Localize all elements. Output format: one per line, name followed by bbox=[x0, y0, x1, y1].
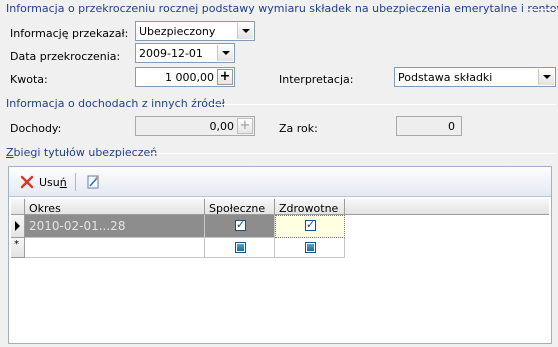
edit-button[interactable] bbox=[81, 171, 105, 193]
data-przekroczenia-value: 2009-12-01 bbox=[139, 47, 203, 60]
row-indicator-new[interactable]: * bbox=[11, 238, 25, 258]
new-row-zdrowotne-cell[interactable] bbox=[275, 238, 345, 258]
calendar-dropdown-icon[interactable] bbox=[217, 45, 233, 61]
spoleczne-checkbox-new[interactable] bbox=[235, 242, 246, 253]
section-divider bbox=[149, 153, 556, 154]
new-row-okres-cell[interactable] bbox=[25, 238, 205, 258]
za-rok-field: 0 bbox=[396, 116, 462, 136]
table-row-okres-cell[interactable]: 2010-02-01...28 bbox=[25, 215, 205, 238]
interpretacja-combo[interactable]: Podstawa składki bbox=[394, 67, 556, 87]
column-header-zdrowotne[interactable]: Zdrowotne bbox=[275, 199, 345, 215]
section-title-zbiegi: Zbiegi tytułów ubezpieczeń bbox=[6, 146, 157, 159]
zbiegi-panel: Usuń Okres Społeczne Zdrowotne 2010-02-0… bbox=[8, 166, 552, 344]
toolbar-separator bbox=[75, 173, 76, 191]
dochody-value: 0,00 bbox=[209, 120, 235, 133]
za-rok-value: 0 bbox=[448, 120, 455, 133]
section-title-dochody: Informacja o dochodach z innych źródeł bbox=[6, 97, 225, 110]
new-row-spoleczne-cell[interactable] bbox=[205, 238, 275, 258]
okres-value: 2010-02-01...28 bbox=[29, 219, 126, 233]
kwota-label: Kwota: bbox=[10, 73, 48, 86]
data-przekroczenia-field[interactable]: 2009-12-01 bbox=[135, 43, 235, 63]
column-header-okres[interactable]: Okres bbox=[25, 199, 205, 215]
dochody-label: Dochody: bbox=[10, 122, 62, 135]
za-rok-label: Za rok: bbox=[279, 122, 318, 135]
interpretacja-value: Podstawa składki bbox=[398, 71, 493, 84]
new-row-asterisk-icon: * bbox=[14, 239, 19, 250]
plus-icon: + bbox=[237, 118, 253, 134]
grid-toolbar: Usuń bbox=[9, 167, 551, 197]
informacja-combo[interactable]: Ubezpieczony bbox=[135, 21, 255, 41]
edit-document-icon bbox=[87, 175, 99, 189]
column-header-spoleczne[interactable]: Społeczne bbox=[205, 199, 275, 215]
section-divider bbox=[211, 104, 556, 105]
kwota-field[interactable]: 1 000,00 + bbox=[135, 67, 235, 87]
grid-corner-header bbox=[11, 199, 25, 215]
interpretacja-label: Interpretacja: bbox=[279, 73, 354, 86]
dochody-field: 0,00 + bbox=[135, 116, 255, 136]
section-title-rest: biegi tytułów ubezpieczeń bbox=[13, 146, 158, 159]
row-indicator-current[interactable] bbox=[11, 215, 25, 238]
mnemonic-letter: Z bbox=[6, 146, 14, 159]
table-row-spoleczne-cell[interactable] bbox=[205, 215, 275, 238]
zdrowotne-checkbox-new[interactable] bbox=[305, 242, 316, 253]
kwota-value: 1 000,00 bbox=[165, 71, 214, 84]
zbiegi-grid: Okres Społeczne Zdrowotne 2010-02-01...2… bbox=[11, 199, 549, 261]
informacja-label: Informację przekazał: bbox=[10, 27, 129, 40]
usun-button[interactable]: Usuń bbox=[15, 171, 71, 193]
informacja-value: Ubezpieczony bbox=[139, 25, 216, 38]
red-x-icon bbox=[20, 175, 34, 189]
section-title-przekroczenie: Informacja o przekroczeniu rocznej podst… bbox=[6, 2, 558, 15]
plus-icon[interactable]: + bbox=[217, 69, 233, 85]
zdrowotne-checkbox[interactable] bbox=[305, 218, 316, 231]
chevron-down-icon[interactable] bbox=[538, 69, 554, 85]
current-row-arrow-icon bbox=[15, 221, 20, 231]
column-header-filler bbox=[345, 199, 549, 215]
spoleczne-checkbox[interactable] bbox=[235, 218, 246, 231]
chevron-down-icon[interactable] bbox=[237, 23, 253, 39]
data-przekroczenia-label: Data przekroczenia: bbox=[10, 50, 121, 63]
usun-label: Usuń bbox=[39, 175, 67, 189]
section-divider bbox=[523, 9, 556, 10]
table-row-zdrowotne-cell[interactable] bbox=[275, 215, 345, 238]
